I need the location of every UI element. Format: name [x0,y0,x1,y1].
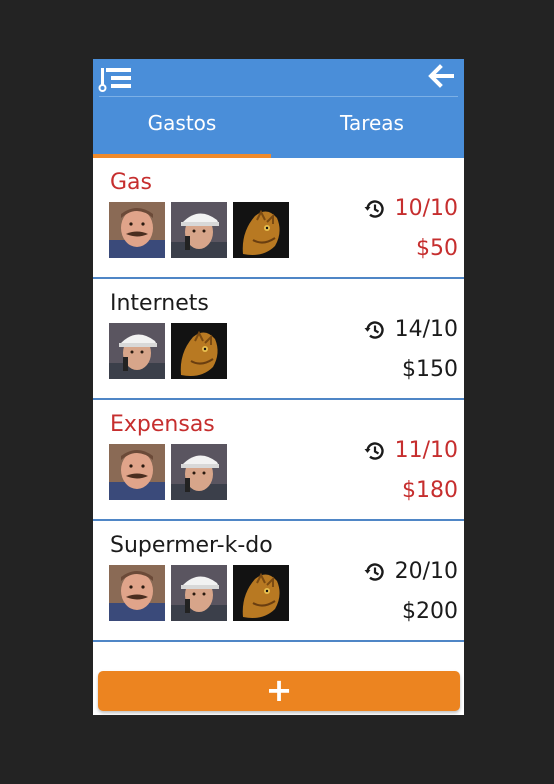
due-date-text: 11/10 [394,438,458,463]
arrow-left-icon[interactable] [428,64,456,90]
avatar-lizard[interactable] [233,565,289,621]
expense-name: Gas [110,170,152,195]
expense-amount: $180 [402,478,458,503]
due-date-text: 14/10 [394,317,458,342]
expense-row[interactable]: Supermer-k-do 20/10 $200 [93,521,464,642]
avatar-mustache-man[interactable] [109,444,165,500]
due-date: 14/10 [363,317,458,342]
expense-name: Internets [110,291,209,316]
history-icon [363,318,387,342]
due-date-text: 10/10 [394,196,458,221]
avatar-cap-boy[interactable] [171,565,227,621]
tab-tareas[interactable]: Tareas [283,97,461,154]
participant-avatars [109,444,227,500]
avatar-mustache-man[interactable] [109,565,165,621]
avatar-lizard[interactable] [233,202,289,258]
avatar-mustache-man[interactable] [109,202,165,258]
expense-amount: $50 [416,236,458,261]
expense-name: Expensas [110,412,215,437]
tab-gastos[interactable]: Gastos [93,97,271,154]
participant-avatars [109,202,289,258]
add-expense-button[interactable]: + [98,671,460,711]
expense-row[interactable]: Internets 14/10 $150 [93,279,464,400]
expense-row[interactable]: Gas 10/10 $50 [93,158,464,279]
participant-avatars [109,323,227,379]
due-date-text: 20/10 [394,559,458,584]
plus-icon: + [265,671,293,709]
expense-list: Gas 10/10 $50 Internets 14/10 $150 Expensas 11/… [93,158,464,642]
expense-name: Supermer-k-do [110,533,273,558]
due-date: 11/10 [363,438,458,463]
app-screen: Gastos Tareas Gas 10/10 $50 Internets 14/10 $… [93,59,464,715]
app-bar: Gastos Tareas [93,59,464,158]
due-date: 20/10 [363,559,458,584]
avatar-lizard[interactable] [171,323,227,379]
expense-row[interactable]: Expensas 11/10 $180 [93,400,464,521]
avatar-cap-boy[interactable] [171,444,227,500]
history-icon [363,439,387,463]
expense-amount: $150 [402,357,458,382]
expense-amount: $200 [402,599,458,624]
avatar-cap-boy[interactable] [171,202,227,258]
history-icon [363,560,387,584]
due-date: 10/10 [363,196,458,221]
participant-avatars [109,565,289,621]
list-menu-icon[interactable] [97,65,133,93]
avatar-cap-boy[interactable] [109,323,165,379]
history-icon [363,197,387,221]
